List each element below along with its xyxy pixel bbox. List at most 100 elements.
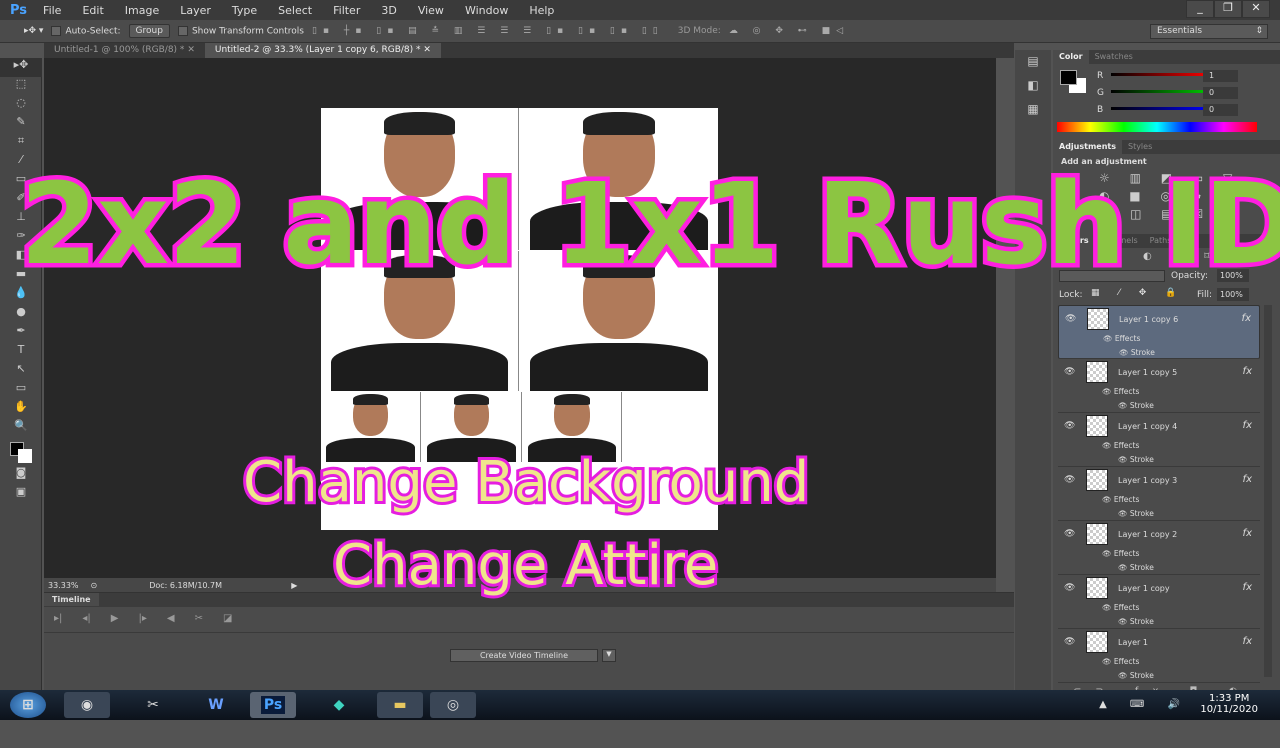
- pen-tool-icon[interactable]: ✒: [0, 324, 42, 343]
- workspace-select[interactable]: Essentials ⇕: [1150, 24, 1268, 39]
- effects-label[interactable]: 👁 Effects: [1102, 441, 1139, 450]
- tab-color[interactable]: Color: [1053, 50, 1089, 64]
- layer-row[interactable]: 👁 Layer 1 fx 👁 Effects 👁 Stroke: [1058, 629, 1260, 683]
- minimize-button[interactable]: _: [1186, 0, 1214, 18]
- tab-untitled-2[interactable]: Untitled-2 @ 33.3% (Layer 1 copy 6, RGB/…: [204, 43, 441, 58]
- menu-type[interactable]: Type: [232, 4, 257, 17]
- menu-3d[interactable]: 3D: [381, 4, 396, 17]
- b-value[interactable]: 0: [1203, 104, 1238, 116]
- scissors-icon[interactable]: ✂: [195, 613, 203, 626]
- tab-styles[interactable]: Styles: [1122, 140, 1158, 154]
- green-slider[interactable]: [1111, 90, 1211, 93]
- restore-button[interactable]: ❐: [1214, 0, 1242, 18]
- layer-row[interactable]: 👁 Layer 1 copy 6 fx 👁 Effects 👁 Stroke: [1058, 305, 1260, 359]
- stroke-effect[interactable]: 👁 Stroke: [1118, 509, 1154, 518]
- menu-layer[interactable]: Layer: [180, 4, 211, 17]
- shape-tool-icon[interactable]: ▭: [0, 381, 42, 400]
- menu-view[interactable]: View: [418, 4, 444, 17]
- color-spectrum[interactable]: [1057, 122, 1257, 132]
- crop-tool-icon[interactable]: ⌗: [0, 134, 42, 153]
- menu-file[interactable]: File: [43, 4, 61, 17]
- fx-icon[interactable]: fx: [1243, 528, 1252, 539]
- stroke-effect[interactable]: 👁 Stroke: [1118, 617, 1154, 626]
- layer-row[interactable]: 👁 Layer 1 copy fx 👁 Effects 👁 Stroke: [1058, 575, 1260, 629]
- quick-select-tool-icon[interactable]: ✎: [0, 115, 42, 134]
- menu-image[interactable]: Image: [125, 4, 159, 17]
- menu-filter[interactable]: Filter: [333, 4, 360, 17]
- visibility-eye-icon[interactable]: 👁: [1065, 314, 1076, 324]
- chrome-icon[interactable]: ◉: [64, 692, 110, 718]
- fx-icon[interactable]: fx: [1242, 313, 1251, 324]
- layer-row[interactable]: 👁 Layer 1 copy 4 fx 👁 Effects 👁 Stroke: [1058, 413, 1260, 467]
- fx-icon[interactable]: fx: [1243, 636, 1252, 647]
- file-explorer-icon[interactable]: ▬: [377, 692, 423, 718]
- show-transform-checkbox[interactable]: Show Transform Controls: [177, 25, 304, 36]
- group-select[interactable]: Group: [128, 24, 170, 38]
- tab-adjustments[interactable]: Adjustments: [1053, 140, 1122, 154]
- menu-window[interactable]: Window: [465, 4, 508, 17]
- first-frame-icon[interactable]: ▸|: [54, 613, 62, 626]
- stroke-effect[interactable]: 👁 Stroke: [1118, 455, 1154, 464]
- blue-slider[interactable]: [1111, 107, 1211, 110]
- auto-select-checkbox[interactable]: Auto-Select:: [51, 25, 121, 36]
- menu-select[interactable]: Select: [278, 4, 312, 17]
- effects-label[interactable]: 👁 Effects: [1102, 495, 1139, 504]
- play-icon[interactable]: ▶: [111, 613, 119, 626]
- next-frame-icon[interactable]: |▸: [138, 613, 146, 626]
- tray-icons[interactable]: ▲ ⌨ 🔊: [1099, 699, 1190, 710]
- dodge-tool-icon[interactable]: ●: [0, 305, 42, 324]
- visibility-eye-icon[interactable]: 👁: [1064, 637, 1075, 647]
- effects-label[interactable]: 👁 Effects: [1102, 549, 1139, 558]
- timeline-dropdown[interactable]: ▼: [602, 649, 616, 662]
- status-menu-arrow[interactable]: ▶: [291, 581, 297, 590]
- zoom-tool-icon[interactable]: 🔍: [0, 419, 42, 438]
- zoom-level[interactable]: 33.33%: [48, 581, 79, 590]
- create-video-timeline-button[interactable]: Create Video Timeline: [450, 649, 598, 662]
- screen-mode-icon[interactable]: ▣: [0, 485, 42, 504]
- fx-icon[interactable]: fx: [1243, 582, 1252, 593]
- effects-label[interactable]: 👁 Effects: [1103, 334, 1140, 343]
- visibility-eye-icon[interactable]: 👁: [1064, 529, 1075, 539]
- color-swatch-icon[interactable]: [0, 438, 42, 466]
- close-icon[interactable]: ✕: [423, 45, 431, 55]
- stroke-effect[interactable]: 👁 Stroke: [1118, 671, 1154, 680]
- snipping-tool-icon[interactable]: ✂: [130, 692, 176, 718]
- audio-icon[interactable]: ◀: [167, 613, 175, 626]
- align-icons[interactable]: ▯▪ ┼▪ ▯▪ ▤ ≛ ▥ ☰ ☰ ☰ ▯▪ ▯▪ ▯▪ ▯▯: [312, 26, 664, 36]
- stroke-effect[interactable]: 👁 Stroke: [1118, 401, 1154, 410]
- stroke-effect[interactable]: 👁 Stroke: [1118, 563, 1154, 572]
- fx-icon[interactable]: fx: [1243, 366, 1252, 377]
- effects-label[interactable]: 👁 Effects: [1102, 657, 1139, 666]
- transition-icon[interactable]: ◪: [223, 613, 232, 626]
- layer-scrollbar[interactable]: [1264, 305, 1272, 677]
- 3d-tools-icons[interactable]: ☁ ◎ ✥ ⊷ ■◁: [729, 26, 849, 36]
- visibility-eye-icon[interactable]: 👁: [1064, 583, 1075, 593]
- photoshop-taskbar-button[interactable]: Ps: [250, 692, 296, 718]
- path-select-icon[interactable]: ↖: [0, 362, 42, 381]
- visibility-eye-icon[interactable]: 👁: [1064, 475, 1075, 485]
- history-icon[interactable]: ▤: [1015, 54, 1051, 74]
- menu-help[interactable]: Help: [529, 4, 554, 17]
- close-icon[interactable]: ✕: [187, 45, 195, 55]
- quick-mask-icon[interactable]: ◙: [0, 466, 42, 485]
- prev-frame-icon[interactable]: ◂|: [82, 613, 90, 626]
- layer-row[interactable]: 👁 Layer 1 copy 2 fx 👁 Effects 👁 Stroke: [1058, 521, 1260, 575]
- tab-swatches[interactable]: Swatches: [1089, 50, 1139, 64]
- word-icon[interactable]: W: [193, 692, 239, 718]
- fx-icon[interactable]: fx: [1243, 474, 1252, 485]
- effects-label[interactable]: 👁 Effects: [1102, 603, 1139, 612]
- close-button[interactable]: ✕: [1242, 0, 1270, 18]
- properties-icon[interactable]: ◧: [1015, 78, 1051, 98]
- timeline-tab[interactable]: Timeline: [44, 593, 99, 606]
- r-value[interactable]: 1: [1203, 70, 1238, 82]
- start-button[interactable]: ⊞: [10, 692, 46, 718]
- layer-row[interactable]: 👁 Layer 1 copy 5 fx 👁 Effects 👁 Stroke: [1058, 359, 1260, 413]
- visibility-eye-icon[interactable]: 👁: [1064, 367, 1075, 377]
- tab-untitled-1[interactable]: Untitled-1 @ 100% (RGB/8) * ✕: [44, 43, 205, 58]
- lasso-tool-icon[interactable]: ◌: [0, 96, 42, 115]
- move-tool-icon[interactable]: ▸✥ ▾: [24, 26, 43, 36]
- g-value[interactable]: 0: [1203, 87, 1238, 99]
- type-tool-icon[interactable]: T: [0, 343, 42, 362]
- hand-tool-icon[interactable]: ✋: [0, 400, 42, 419]
- menu-edit[interactable]: Edit: [82, 4, 103, 17]
